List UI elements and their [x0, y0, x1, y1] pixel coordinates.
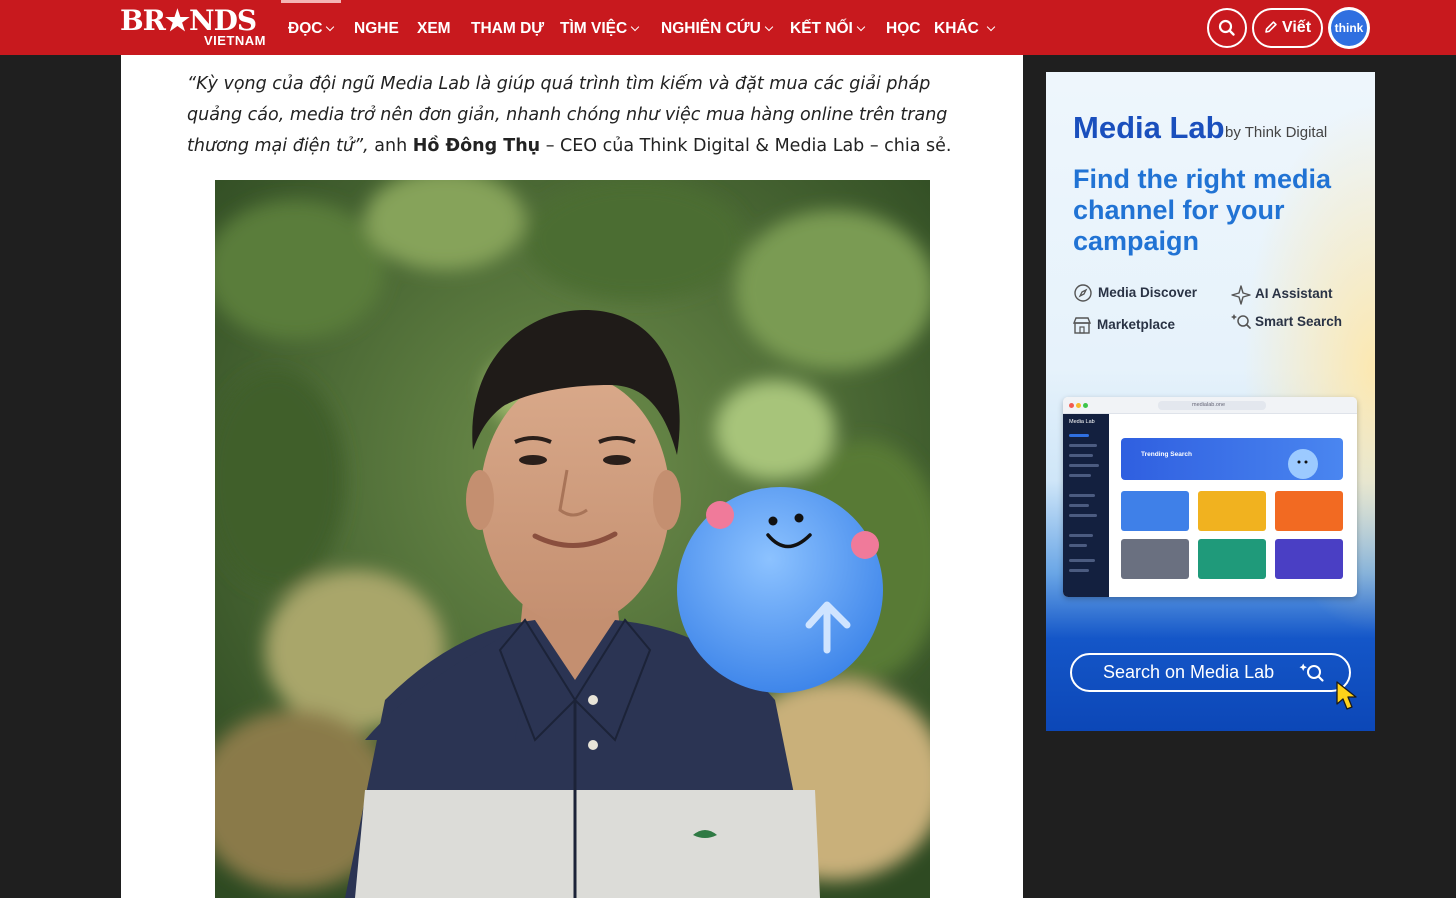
mock-card — [1198, 491, 1266, 531]
compass-icon — [1074, 284, 1092, 302]
search-on-media-lab-button[interactable]: Search on Media Lab — [1070, 653, 1351, 692]
quote-tail: – CEO của Think Digital & Media Lab – ch… — [540, 136, 952, 156]
chevron-down-icon — [630, 22, 640, 32]
write-button[interactable]: Viết — [1252, 8, 1323, 48]
ad-feature-ai-assistant: AI Assistant — [1231, 285, 1333, 305]
mock-sidebar-line — [1069, 534, 1093, 537]
write-label: Viết — [1281, 19, 1312, 36]
article-photo — [215, 180, 930, 898]
ad-app-screenshot: medialab.one Media Lab Trending Search — [1063, 397, 1357, 597]
mock-banner-title: Trending Search — [1141, 451, 1192, 458]
feature-label: Marketplace — [1097, 317, 1176, 332]
nav-item-nghien-cuu[interactable]: NGHIÊN CỨU — [661, 18, 774, 40]
smart-search-icon — [1231, 314, 1251, 329]
quote-lead: anh — [368, 136, 413, 156]
mock-sidebar-line — [1069, 464, 1099, 467]
nav-item-label: XEM — [417, 20, 451, 37]
nav-item-tim-viec[interactable]: TÌM VIỆC — [560, 18, 640, 40]
mock-url-text: medialab.one — [1192, 402, 1226, 408]
nav-item-label: THAM DỰ — [471, 20, 545, 37]
nav-item-hoc[interactable]: HỌC — [886, 18, 920, 40]
top-navbar: BR★NDS VIETNAM ĐỌC NGHE XEM THAM DỰ TÌM … — [0, 0, 1456, 55]
mock-card — [1121, 539, 1189, 579]
chevron-down-icon — [986, 22, 996, 32]
mock-mascot-icon — [1288, 449, 1318, 479]
cta-label: Search on Media Lab — [1103, 662, 1275, 682]
ad-brand-title: Media Lab — [1073, 110, 1225, 145]
window-maximize-dot — [1083, 403, 1088, 408]
nav-item-xem[interactable]: XEM — [417, 18, 451, 40]
avatar-label: think — [1331, 10, 1367, 46]
search-button[interactable] — [1207, 8, 1247, 48]
ad-feature-smart-search: Smart Search — [1231, 313, 1343, 331]
nav-active-indicator — [281, 0, 341, 3]
mock-sidebar-line — [1069, 474, 1091, 477]
window-close-dot — [1069, 403, 1074, 408]
mock-sidebar-line — [1069, 544, 1087, 547]
mock-trending-banner: Trending Search — [1121, 438, 1343, 480]
article-content: “Kỳ vọng của đội ngũ Media Lab là giúp q… — [121, 55, 1023, 898]
feature-label: Media Discover — [1098, 285, 1198, 300]
mock-card — [1198, 539, 1266, 579]
mock-sidebar-line — [1069, 504, 1089, 507]
media-lab-ad[interactable]: Media Lab by Think Digital Find the righ… — [1046, 72, 1375, 731]
ad-feature-marketplace: Marketplace — [1072, 316, 1176, 334]
mascot-illustration — [677, 487, 883, 693]
mock-sidebar-line — [1069, 559, 1095, 562]
mock-sidebar-line — [1069, 494, 1095, 497]
chevron-down-icon — [764, 22, 774, 32]
mock-card — [1121, 491, 1189, 531]
mock-sidebar-line — [1069, 454, 1093, 457]
mock-url-bar: medialab.one — [1158, 401, 1266, 410]
mock-sidebar-line — [1069, 434, 1089, 437]
mock-sidebar-line — [1069, 569, 1089, 572]
smart-search-icon — [1299, 663, 1324, 682]
ad-feature-media-discover: Media Discover — [1074, 284, 1198, 302]
ad-headline: Find the right media channel for your ca… — [1073, 164, 1332, 256]
mock-sidebar-line — [1069, 444, 1097, 447]
portrait-image — [215, 180, 930, 898]
user-avatar[interactable]: think — [1328, 7, 1370, 49]
nav-item-label: NGHE — [354, 20, 399, 37]
feature-label: Smart Search — [1255, 314, 1343, 329]
mock-titlebar: medialab.one — [1063, 397, 1357, 414]
nav-item-label: HỌC — [886, 20, 921, 37]
mock-sidebar-line — [1069, 514, 1097, 517]
mock-app-name: Media Lab — [1069, 419, 1095, 425]
nav-item-label: ĐỌC — [288, 20, 323, 37]
quote-person-name: Hồ Đông Thụ — [412, 136, 541, 156]
nav-item-nghe[interactable]: NGHE — [354, 18, 399, 40]
nav-item-label: NGHIÊN CỨU — [661, 20, 761, 37]
pencil-icon — [1265, 21, 1277, 33]
sparkle-icon — [1231, 285, 1251, 305]
chevron-down-icon — [326, 22, 335, 32]
nav-item-ket-noi[interactable]: KẾT NỐI — [790, 18, 866, 40]
window-minimize-dot — [1076, 403, 1081, 408]
store-icon — [1072, 317, 1092, 334]
nav-item-label: TÌM VIỆC — [560, 20, 628, 37]
feature-label: AI Assistant — [1255, 286, 1333, 301]
mock-card — [1275, 539, 1343, 579]
mock-sidebar: Media Lab — [1063, 414, 1109, 597]
nav-item-khac[interactable]: KHÁC — [934, 18, 996, 40]
nav-item-tham-du[interactable]: THAM DỰ — [471, 18, 544, 40]
ad-brand-subtitle: by Think Digital — [1225, 124, 1328, 141]
chevron-down-icon — [856, 22, 866, 32]
search-icon — [1218, 19, 1235, 36]
logo-subtitle: VIETNAM — [204, 33, 266, 48]
mock-card — [1275, 491, 1343, 531]
nav-item-label: KHÁC — [934, 20, 979, 37]
brands-vietnam-logo[interactable]: BR★NDS VIETNAM — [120, 4, 268, 50]
nav-item-doc[interactable]: ĐỌC — [288, 18, 335, 40]
nav-item-label: KẾT NỐI — [790, 20, 853, 37]
cursor-icon — [1336, 681, 1357, 710]
article-quote: “Kỳ vọng của đội ngũ Media Lab là giúp q… — [187, 69, 957, 162]
